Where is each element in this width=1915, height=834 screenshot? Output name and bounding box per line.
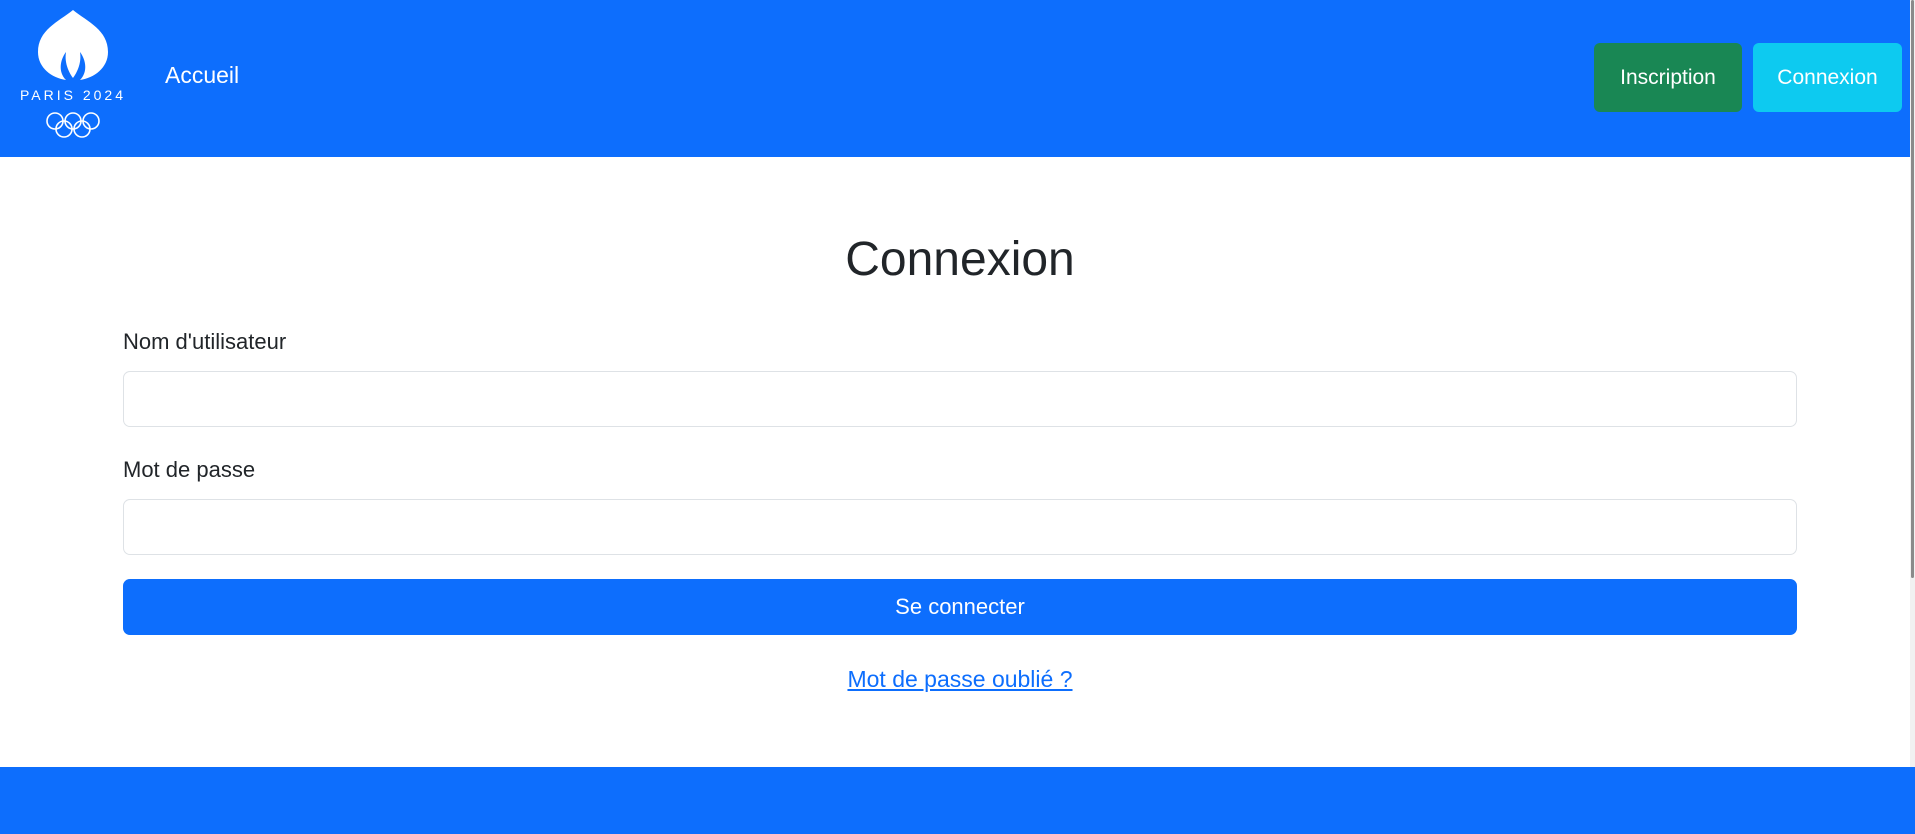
forgot-password-container: Mot de passe oublié ? xyxy=(0,664,1915,694)
svg-text:PARIS 2024: PARIS 2024 xyxy=(20,87,126,103)
username-label: Nom d'utilisateur xyxy=(123,329,287,354)
submit-button[interactable]: Se connecter xyxy=(123,579,1797,635)
paris-2024-logo[interactable]: PARIS 2024 xyxy=(14,8,132,140)
navbar: PARIS 2024 Accueil Inscription Connexion xyxy=(0,0,1910,157)
forgot-password-link[interactable]: Mot de passe oublié ? xyxy=(847,666,1072,692)
password-input[interactable] xyxy=(123,499,1797,555)
footer xyxy=(0,767,1915,834)
paris-2024-logo-icon: PARIS 2024 xyxy=(20,10,126,138)
password-label: Mot de passe xyxy=(123,457,256,482)
nav-home-link[interactable]: Accueil xyxy=(165,60,239,90)
username-input[interactable] xyxy=(123,371,1797,427)
login-button[interactable]: Connexion xyxy=(1753,43,1902,112)
page-title: Connexion xyxy=(845,233,1075,286)
register-button[interactable]: Inscription xyxy=(1594,43,1742,112)
